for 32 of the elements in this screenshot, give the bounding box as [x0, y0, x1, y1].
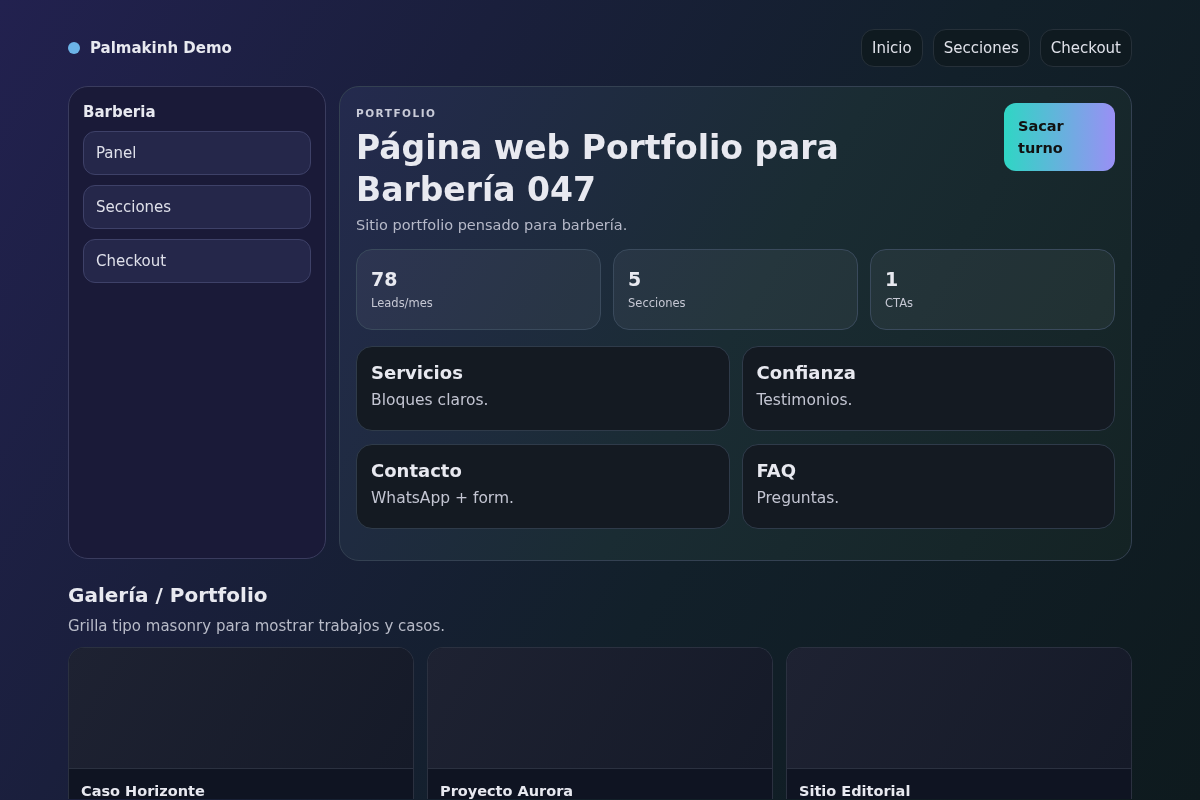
- feature-title: Confianza: [756, 362, 857, 383]
- eyebrow-label: PORTFOLIO: [356, 107, 438, 119]
- stat-value: 5: [628, 268, 643, 290]
- feature-text: Preguntas.: [756, 489, 841, 507]
- stat-label: CTAs: [885, 296, 915, 310]
- feature-text: WhatsApp + form.: [371, 489, 515, 507]
- logo-dot-icon: [68, 42, 80, 54]
- nav-button[interactable]: Checkout: [1039, 29, 1132, 67]
- sidebar-item[interactable]: Checkout: [83, 239, 311, 283]
- card-title: Proyecto Aurora: [439, 782, 575, 799]
- feature-title: Contacto: [371, 460, 463, 481]
- stat-label: Leads/mes: [371, 296, 434, 310]
- stat-label: Secciones: [628, 296, 687, 310]
- feature-text: Bloques claros.: [371, 391, 490, 409]
- feature-text: Testimonios.: [756, 391, 854, 409]
- brand-name: Palmakinh Demo: [90, 39, 232, 57]
- section-subtitle: Grilla tipo masonry para mostrar trabajos y casos.: [68, 617, 447, 635]
- stat-value: 1: [885, 268, 900, 290]
- card-title: Caso Horizonte: [80, 782, 206, 799]
- nav-button[interactable]: Inicio: [860, 29, 923, 67]
- page-title: Página web Portfolio para Barbería 047: [356, 127, 840, 211]
- cta-button[interactable]: Sacar turno: [1004, 103, 1115, 171]
- feature-title: Servicios: [371, 362, 464, 383]
- section-title: Galería / Portfolio: [68, 583, 269, 607]
- hero-subtitle: Sitio portfolio pensado para barbería.: [356, 217, 629, 233]
- feature-title: FAQ: [756, 460, 797, 481]
- sidebar-item[interactable]: Panel: [83, 131, 311, 175]
- sidebar-title: Barberia: [83, 103, 157, 121]
- nav-button[interactable]: Secciones: [932, 29, 1030, 67]
- sidebar-item[interactable]: Secciones: [83, 185, 311, 229]
- stat-value: 78: [371, 268, 399, 290]
- card-title: Sitio Editorial: [798, 782, 912, 799]
